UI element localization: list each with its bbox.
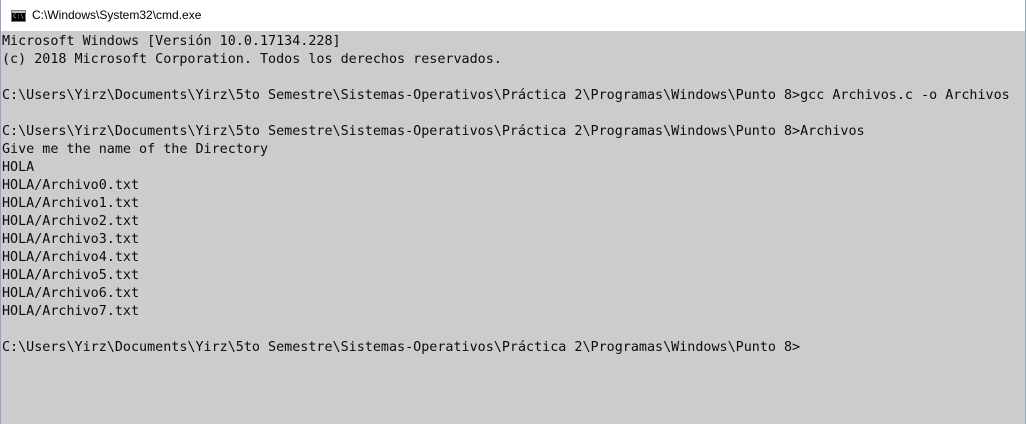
console-line: HOLA/Archivo7.txt bbox=[2, 304, 140, 319]
console-line: HOLA/Archivo5.txt bbox=[2, 268, 140, 283]
console-line: HOLA/Archivo6.txt bbox=[2, 286, 140, 301]
cmd-console-icon[interactable]: C:\ bbox=[11, 10, 26, 22]
console-lines: Microsoft Windows [Versión 10.0.17134.22… bbox=[2, 33, 1010, 357]
title-bar[interactable]: C:\ C:\Windows\System32\cmd.exe bbox=[1, 0, 1025, 31]
console-line: Microsoft Windows [Versión 10.0.17134.22… bbox=[2, 34, 341, 49]
console-line: (c) 2018 Microsoft Corporation. Todos lo… bbox=[2, 52, 502, 67]
cmd-window: C:\ C:\Windows\System32\cmd.exe Microsof… bbox=[0, 0, 1026, 424]
console-line: HOLA/Archivo4.txt bbox=[2, 250, 140, 265]
window-title: C:\Windows\System32\cmd.exe bbox=[32, 8, 202, 22]
console-line: HOLA/Archivo0.txt bbox=[2, 178, 140, 193]
console-output-area[interactable]: Microsoft Windows [Versión 10.0.17134.22… bbox=[1, 31, 1025, 424]
console-line: Give me the name of the Directory bbox=[2, 142, 269, 157]
console-line: C:\Users\Yirz\Documents\Yirz\5to Semestr… bbox=[2, 124, 865, 139]
console-line: C:\Users\Yirz\Documents\Yirz\5to Semestr… bbox=[2, 88, 1010, 103]
console-line: HOLA/Archivo2.txt bbox=[2, 214, 140, 229]
console-prompt-line[interactable]: C:\Users\Yirz\Documents\Yirz\5to Semestr… bbox=[2, 339, 1010, 357]
console-line: HOLA/Archivo3.txt bbox=[2, 232, 140, 247]
icon-glyph: C:\ bbox=[13, 13, 24, 20]
console-line: HOLA/Archivo1.txt bbox=[2, 196, 140, 211]
console-line: HOLA bbox=[2, 160, 35, 175]
